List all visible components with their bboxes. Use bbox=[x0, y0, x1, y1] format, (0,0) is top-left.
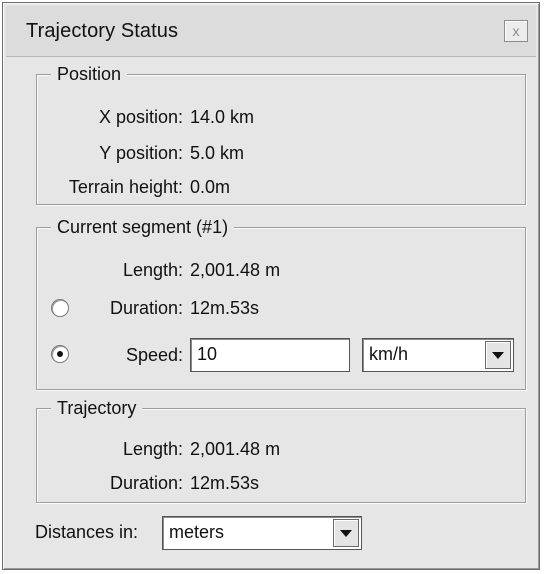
trajectory-duration-value: 12m.53s bbox=[190, 473, 260, 493]
trajectory-status-window: Trajectory Status x Position X position:… bbox=[2, 2, 540, 570]
title-bar: Trajectory Status x bbox=[6, 6, 536, 57]
y-position-label: Y position: bbox=[99, 143, 183, 163]
speed-unit-select[interactable]: km/h bbox=[362, 338, 514, 372]
distances-unit-select[interactable]: meters bbox=[162, 516, 362, 550]
segment-length-label: Length: bbox=[122, 260, 183, 280]
terrain-height-value: 0.0m bbox=[190, 177, 231, 197]
distances-in-label: Distances in: bbox=[35, 522, 139, 542]
segment-length-value: 2,001.48 m bbox=[190, 260, 281, 280]
distances-dropdown-button[interactable] bbox=[333, 519, 359, 547]
speed-unit-value: km/h bbox=[369, 344, 409, 364]
speed-label: Speed: bbox=[125, 345, 183, 365]
radio-selected-dot bbox=[57, 351, 63, 357]
position-legend: Position bbox=[51, 62, 128, 86]
segment-duration-label: Duration: bbox=[109, 298, 183, 318]
position-group: Position X position: 14.0 km Y position:… bbox=[36, 62, 526, 205]
close-icon: x bbox=[512, 23, 520, 39]
duration-radio[interactable] bbox=[51, 299, 69, 317]
trajectory-group: Trajectory Length: 2,001.48 m Duration: … bbox=[36, 396, 526, 503]
close-button[interactable]: x bbox=[504, 20, 528, 42]
x-position-value: 14.0 km bbox=[190, 107, 255, 127]
speed-input[interactable]: 10 bbox=[190, 338, 350, 372]
x-position-label: X position: bbox=[98, 107, 183, 127]
window-title: Trajectory Status bbox=[26, 20, 179, 42]
chevron-down-icon bbox=[492, 352, 504, 359]
trajectory-length-value: 2,001.48 m bbox=[190, 439, 281, 459]
terrain-height-label: Terrain height: bbox=[68, 177, 183, 197]
current-segment-legend: Current segment (#1) bbox=[51, 215, 235, 239]
segment-duration-value: 12m.53s bbox=[190, 298, 260, 318]
current-segment-group: Current segment (#1) Length: 2,001.48 m … bbox=[36, 215, 526, 390]
distances-unit-value: meters bbox=[169, 522, 225, 542]
trajectory-length-label: Length: bbox=[122, 439, 183, 459]
chevron-down-icon bbox=[340, 530, 352, 537]
y-position-value: 5.0 km bbox=[190, 143, 245, 163]
trajectory-duration-label: Duration: bbox=[109, 473, 183, 493]
trajectory-legend: Trajectory bbox=[51, 396, 143, 420]
speed-radio[interactable] bbox=[51, 345, 69, 363]
speed-unit-dropdown-button[interactable] bbox=[485, 341, 511, 369]
